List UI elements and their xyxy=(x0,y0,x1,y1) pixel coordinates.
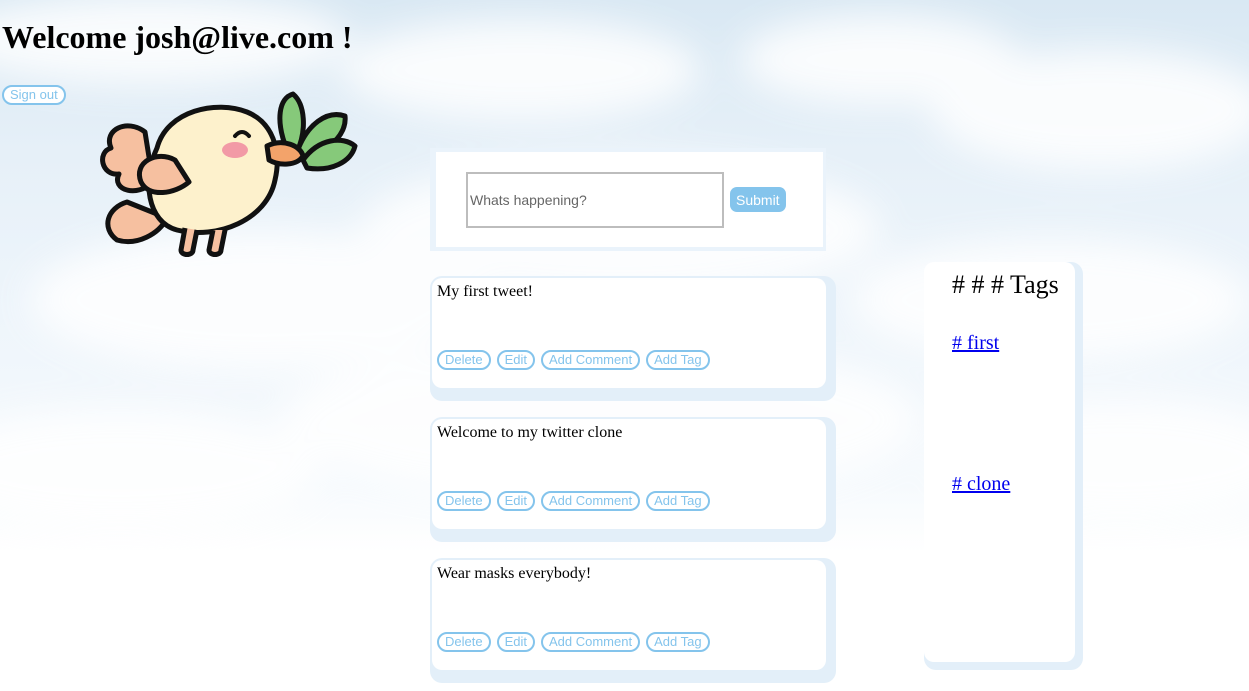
tweet-actions: Delete Edit Add Comment Add Tag xyxy=(437,632,710,652)
compose-panel: Submit xyxy=(436,152,823,247)
tags-title: # # # Tags xyxy=(952,270,1059,299)
delete-button[interactable]: Delete xyxy=(437,632,491,652)
compose-card: Submit xyxy=(430,148,826,251)
delete-button[interactable]: Delete xyxy=(437,491,491,511)
tag-link-first[interactable]: # first xyxy=(952,332,999,355)
edit-button[interactable]: Edit xyxy=(496,632,535,652)
tweet-card: Wear masks everybody! Delete Edit Add Co… xyxy=(432,560,826,670)
tweet-text: My first tweet! xyxy=(437,283,533,300)
tag-link-clone[interactable]: # clone xyxy=(952,473,1010,496)
bird-mascot-icon xyxy=(100,91,358,257)
edit-button[interactable]: Edit xyxy=(496,491,535,511)
add-tag-button[interactable]: Add Tag xyxy=(646,491,710,511)
page-title: Welcome josh@live.com ! xyxy=(2,19,353,55)
tweet-text: Welcome to my twitter clone xyxy=(437,424,623,441)
add-comment-button[interactable]: Add Comment xyxy=(540,491,641,511)
edit-button[interactable]: Edit xyxy=(496,350,535,370)
tweet-actions: Delete Edit Add Comment Add Tag xyxy=(437,350,710,370)
add-tag-button[interactable]: Add Tag xyxy=(646,350,710,370)
tweet-text: Wear masks everybody! xyxy=(437,565,592,582)
add-tag-button[interactable]: Add Tag xyxy=(646,632,710,652)
tweet-input[interactable] xyxy=(466,172,724,228)
add-comment-button[interactable]: Add Comment xyxy=(540,632,641,652)
tweet-card: Welcome to my twitter clone Delete Edit … xyxy=(432,419,826,529)
tweet-card: My first tweet! Delete Edit Add Comment … xyxy=(432,278,826,388)
tags-panel: # # # Tags # first # clone xyxy=(924,262,1075,662)
add-comment-button[interactable]: Add Comment xyxy=(540,350,641,370)
tweet-actions: Delete Edit Add Comment Add Tag xyxy=(437,491,710,511)
delete-button[interactable]: Delete xyxy=(437,350,491,370)
sign-out-button[interactable]: Sign out xyxy=(2,85,66,105)
submit-button[interactable]: Submit xyxy=(730,187,786,212)
